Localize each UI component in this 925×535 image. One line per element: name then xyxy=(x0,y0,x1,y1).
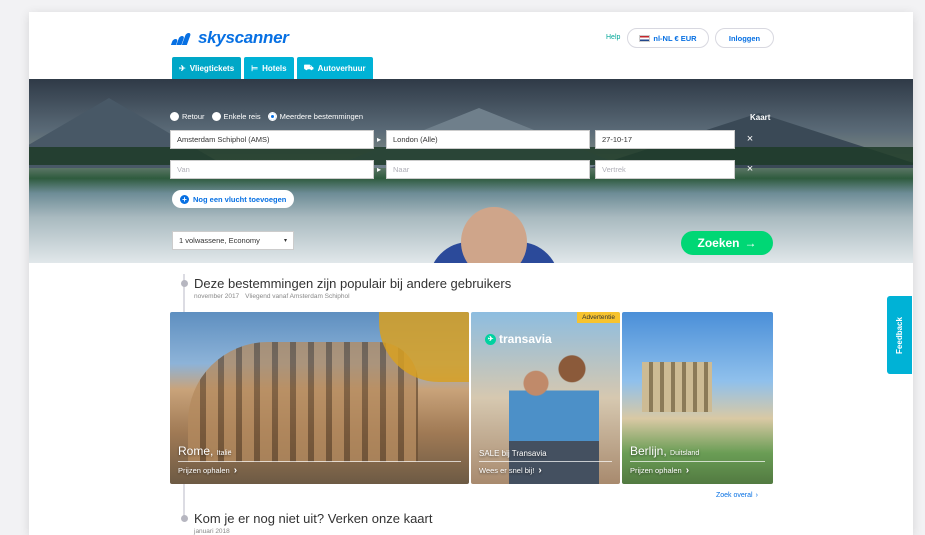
destination-card-berlin[interactable]: Berlijn, Duitsland Prijzen ophalen › xyxy=(622,312,773,484)
travellers-photo xyxy=(509,340,599,484)
search-everywhere-link[interactable]: Zoek overal › xyxy=(716,492,758,499)
radio-selected-icon xyxy=(267,112,277,121)
brand-name: skyscanner xyxy=(198,28,289,47)
ad-cta-label: Wees er snel bij! xyxy=(479,466,535,475)
ad-badge: Advertentie xyxy=(577,312,620,323)
transavia-logo-text: transavia xyxy=(499,332,552,346)
travellers-label: 1 volwassene, Economy xyxy=(179,236,260,245)
search-button[interactable]: Zoeken → xyxy=(681,231,773,255)
skyscanner-logo-icon xyxy=(170,31,194,45)
hero-person-image xyxy=(429,197,559,263)
card-city: Berlijn, xyxy=(630,444,667,458)
card-title: Rome, Italië xyxy=(178,444,231,458)
add-flight-label: Nog een vlucht toevoegen xyxy=(193,194,287,204)
login-button[interactable]: Inloggen xyxy=(715,28,774,48)
chevron-down-icon: ▾ xyxy=(283,238,287,244)
card-city: Rome, xyxy=(178,444,214,458)
swap-icon[interactable]: ▸ xyxy=(374,130,384,149)
brandenburg-gate-image xyxy=(642,362,712,412)
popular-section-subtitle: november 2017 Vliegend vanaf Amsterdam S… xyxy=(194,293,350,300)
trip-type-multicity-label: Meerdere bestemmingen xyxy=(279,112,364,121)
popular-origin: Vliegend vanaf Amsterdam Schiphol xyxy=(245,293,350,300)
radio-icon xyxy=(211,112,221,121)
leg2-to-input[interactable]: Naar xyxy=(386,160,590,179)
card-title: SALE bij Transavia xyxy=(479,449,547,458)
popular-section-title: Deze bestemmingen zijn populair bij ande… xyxy=(194,276,512,291)
remove-leg1-close-icon[interactable]: × xyxy=(744,133,756,145)
trip-type-oneway[interactable]: Enkele reis xyxy=(211,112,261,121)
chevron-right-icon: › xyxy=(538,465,542,476)
page-container: skyscanner Help nl-NL € EUR Inloggen ✈ V… xyxy=(29,12,913,535)
leg2-from-input[interactable]: Van xyxy=(170,160,374,179)
feedback-tab[interactable]: Feedback xyxy=(887,296,912,374)
map-link[interactable]: Kaart xyxy=(750,113,770,122)
leg1-to-input[interactable]: London (Alle) xyxy=(386,130,590,149)
locale-currency-button[interactable]: nl-NL € EUR xyxy=(627,28,709,48)
feedback-label: Feedback xyxy=(895,316,904,354)
search-everywhere-label: Zoek overal xyxy=(716,492,753,499)
divider xyxy=(178,461,461,462)
chevron-right-icon: › xyxy=(685,465,690,476)
remove-leg2-close-icon[interactable]: × xyxy=(744,163,756,175)
divider xyxy=(630,461,765,462)
locale-label: nl-NL € EUR xyxy=(653,33,697,43)
car-icon: ⛟ xyxy=(303,63,314,72)
tab-hotels-label: Hotels xyxy=(262,63,287,73)
chevron-right-icon: › xyxy=(233,465,238,476)
map-section-title: Kom je er nog niet uit? Verken onze kaar… xyxy=(194,511,433,526)
travellers-cabin-select[interactable]: 1 volwassene, Economy ▾ xyxy=(172,231,294,250)
trip-type-return-label: Retour xyxy=(182,112,205,121)
get-prices-label: Prijzen ophalen xyxy=(630,466,682,475)
divider xyxy=(479,461,612,462)
tab-flights[interactable]: ✈ Vliegtickets xyxy=(172,57,242,79)
tab-car-hire[interactable]: ⛟ Autoverhuur xyxy=(296,57,373,79)
help-link[interactable]: Help xyxy=(606,34,620,41)
search-button-label: Zoeken xyxy=(697,236,740,250)
bed-icon: ⊨ xyxy=(251,63,259,73)
timeline-dot xyxy=(181,280,188,287)
product-tabs: ✈ Vliegtickets ⊨ Hotels ⛟ Autoverhuur xyxy=(172,57,373,79)
arrow-right-icon: → xyxy=(744,236,757,250)
map-section-month: januari 2018 xyxy=(194,528,230,535)
card-country: Italië xyxy=(216,450,232,457)
plus-icon: + xyxy=(180,194,189,204)
trip-type-return[interactable]: Retour xyxy=(170,112,205,121)
radio-icon xyxy=(170,112,179,121)
leg1-from-input[interactable]: Amsterdam Schiphol (AMS) xyxy=(170,130,374,149)
tab-hotels[interactable]: ⊨ Hotels xyxy=(244,57,294,79)
transavia-logo-icon: ✈ xyxy=(485,333,496,345)
tab-flights-label: Vliegtickets xyxy=(189,63,235,73)
destination-card-rome[interactable]: Rome, Italië Prijzen ophalen › xyxy=(170,312,469,484)
add-flight-button[interactable]: + Nog een vlucht toevoegen xyxy=(172,190,295,208)
chevron-right-icon: › xyxy=(755,492,758,499)
leg1-date-input[interactable]: 27-10-17 xyxy=(595,130,735,149)
tab-car-hire-label: Autoverhuur xyxy=(317,63,366,73)
trip-type-oneway-label: Enkele reis xyxy=(223,112,261,121)
dutch-flag-icon xyxy=(639,34,651,42)
timeline-dot xyxy=(181,515,188,522)
get-prices-link[interactable]: Prijzen ophalen › xyxy=(178,465,237,476)
trip-type-multicity[interactable]: Meerdere bestemmingen xyxy=(267,112,364,121)
skyscanner-logo[interactable]: skyscanner xyxy=(170,28,289,48)
swap-icon[interactable]: ▸ xyxy=(374,160,384,179)
get-prices-link[interactable]: Prijzen ophalen › xyxy=(630,465,689,476)
plane-icon: ✈ xyxy=(179,63,186,73)
leg2-date-input[interactable]: Vertrek xyxy=(595,160,735,179)
card-title: Berlijn, Duitsland xyxy=(630,444,699,458)
card-country: Duitsland xyxy=(670,450,700,457)
get-prices-label: Prijzen ophalen xyxy=(178,466,230,475)
trip-type-selector: Retour Enkele reis Meerdere bestemmingen xyxy=(170,112,363,121)
popular-month: november 2017 xyxy=(194,293,240,300)
ad-cta-link[interactable]: Wees er snel bij! › xyxy=(479,465,542,476)
transavia-logo: ✈ transavia xyxy=(485,332,552,346)
ad-card-transavia[interactable]: Advertentie ✈ transavia SALE bij Transav… xyxy=(471,312,620,484)
